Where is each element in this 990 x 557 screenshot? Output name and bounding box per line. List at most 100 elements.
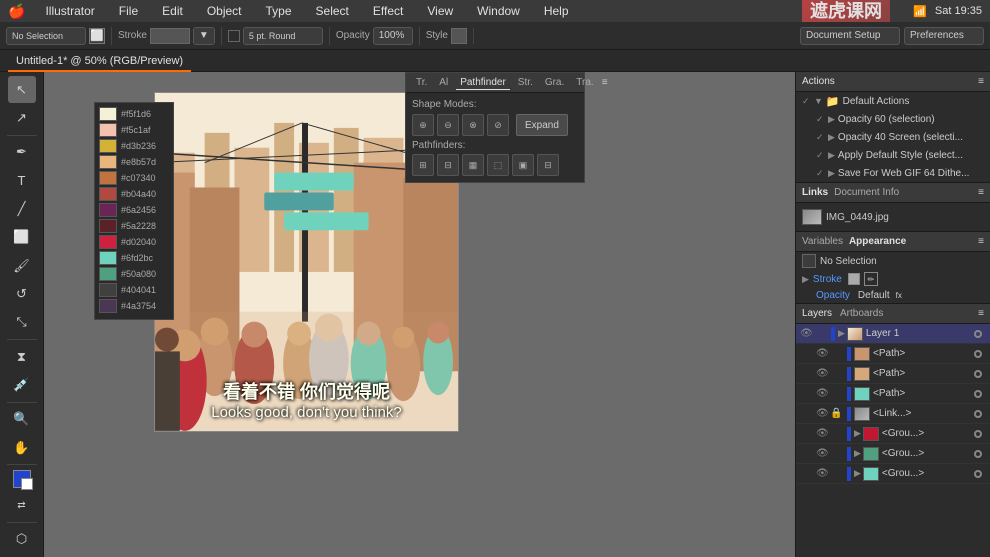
layer-target-link[interactable]: [974, 410, 982, 418]
swatch-d3b236[interactable]: [99, 139, 117, 153]
action-item-apply-style[interactable]: ✓ ▶ Apply Default Style (select...: [796, 146, 990, 164]
preferences-button[interactable]: Preferences: [904, 27, 984, 45]
layer-target-grp3[interactable]: [974, 470, 982, 478]
line-tool[interactable]: ╱: [8, 195, 36, 222]
link-item-1[interactable]: IMG_0449.jpg: [802, 207, 984, 227]
divide-icon[interactable]: ⊞: [412, 154, 434, 176]
menu-window[interactable]: Window: [473, 4, 524, 18]
type-tool[interactable]: T: [8, 167, 36, 194]
layer-target-path2[interactable]: [974, 370, 982, 378]
hand-tool[interactable]: ✋: [8, 434, 36, 461]
variables-tab[interactable]: Variables: [802, 236, 843, 247]
layer-eye-link[interactable]: 👁: [816, 408, 830, 419]
menu-view[interactable]: View: [423, 4, 457, 18]
swatch-d02040[interactable]: [99, 235, 117, 249]
ptab-al[interactable]: Al: [435, 76, 452, 90]
layer-item-group3[interactable]: 👁 ▶ <Grou...>: [796, 464, 990, 484]
minus-front-icon[interactable]: ⊖: [437, 114, 459, 136]
unite-icon[interactable]: ⊕: [412, 114, 434, 136]
swatch-f5f1d6[interactable]: [99, 107, 117, 121]
layer-item-layer1[interactable]: 👁 ▶ Layer 1: [796, 324, 990, 344]
style-swatch[interactable]: [451, 28, 467, 44]
swatch-6a2456[interactable]: [99, 203, 117, 217]
ptab-tr[interactable]: Tr.: [412, 76, 431, 90]
artboards-tab[interactable]: Artboards: [840, 308, 883, 319]
menu-edit[interactable]: Edit: [158, 4, 187, 18]
layer-item-group1[interactable]: 👁 ▶ <Grou...>: [796, 424, 990, 444]
layer-target-path1[interactable]: [974, 350, 982, 358]
expand-button[interactable]: Expand: [516, 114, 568, 136]
layer-eye-grp2[interactable]: 👁: [816, 448, 830, 459]
menu-type[interactable]: Type: [262, 4, 296, 18]
menu-file[interactable]: File: [115, 4, 142, 18]
crop-icon[interactable]: ⬚: [487, 154, 509, 176]
layer-item-group2[interactable]: 👁 ▶ <Grou...>: [796, 444, 990, 464]
trim-icon[interactable]: ⊟: [437, 154, 459, 176]
layer-eye-grp3[interactable]: 👁: [816, 468, 830, 479]
menu-help[interactable]: Help: [540, 4, 573, 18]
layer-eye-path1[interactable]: 👁: [816, 348, 830, 359]
appearance-options-btn[interactable]: ≡: [978, 236, 984, 247]
eyedropper-tool[interactable]: 💉: [8, 371, 36, 398]
layer-target-path3[interactable]: [974, 390, 982, 398]
action-item-save-web[interactable]: ✓ ▶ Save For Web GIF 64 Dithe...: [796, 164, 990, 182]
swatch-4a3754[interactable]: [99, 299, 117, 313]
stroke-color[interactable]: [150, 28, 190, 44]
ptab-str[interactable]: Str.: [514, 76, 537, 90]
swatch-c07340[interactable]: [99, 171, 117, 185]
layer-expand-grp1[interactable]: ▶: [854, 428, 861, 439]
swatch-f5c1af[interactable]: [99, 123, 117, 137]
swatch-6fd2bc[interactable]: [99, 251, 117, 265]
menu-select[interactable]: Select: [312, 4, 353, 18]
ptab-pathfinder[interactable]: Pathfinder: [456, 76, 510, 90]
merge-icon[interactable]: ▦: [462, 154, 484, 176]
actions-tab-label[interactable]: Actions: [802, 76, 835, 87]
swatch-e8b57d[interactable]: [99, 155, 117, 169]
layer-expand-grp3[interactable]: ▶: [854, 468, 861, 479]
stroke-edit-btn[interactable]: ✏: [864, 272, 878, 286]
rect-tool[interactable]: ⬜: [8, 224, 36, 251]
outline-icon[interactable]: ▣: [512, 154, 534, 176]
menu-effect[interactable]: Effect: [369, 4, 407, 18]
stroke-options[interactable]: ▼: [193, 27, 215, 45]
layer-eye-path3[interactable]: 👁: [816, 388, 830, 399]
swatch-50a080[interactable]: [99, 267, 117, 281]
layer-target-grp2[interactable]: [974, 450, 982, 458]
layer-item-path3[interactable]: 👁 <Path>: [796, 384, 990, 404]
menu-object[interactable]: Object: [203, 4, 246, 18]
swatch-5a2228[interactable]: [99, 219, 117, 233]
layer-eye-1[interactable]: 👁: [800, 328, 814, 339]
swatch-404041[interactable]: [99, 283, 117, 297]
screen-mode[interactable]: ⬡: [8, 526, 36, 553]
layers-options-btn[interactable]: ≡: [978, 308, 984, 319]
swatch-b04a40[interactable]: [99, 187, 117, 201]
layer-item-link[interactable]: 👁 🔒 <Link...>: [796, 404, 990, 424]
document-tab[interactable]: Untitled-1* @ 50% (RGB/Preview): [8, 50, 191, 72]
actions-options-btn[interactable]: ≡: [978, 76, 984, 87]
layer-eye-grp1[interactable]: 👁: [816, 428, 830, 439]
layer-item-path2[interactable]: 👁 <Path>: [796, 364, 990, 384]
paintbrush-tool[interactable]: 🖌: [8, 252, 36, 279]
direct-select-tool[interactable]: ↗: [8, 104, 36, 131]
zoom-tool[interactable]: 🔍: [8, 406, 36, 433]
apple-menu[interactable]: 🍎: [8, 3, 25, 20]
menu-illustrator[interactable]: Illustrator: [41, 4, 98, 18]
layer-target-1[interactable]: [974, 330, 982, 338]
weight-dropdown[interactable]: 5 pt. Round: [243, 27, 323, 45]
layers-tab[interactable]: Layers: [802, 308, 832, 319]
links-options-btn[interactable]: ≡: [978, 187, 984, 198]
scale-tool[interactable]: ⤡: [8, 309, 36, 336]
blend-tool[interactable]: ⧗: [8, 343, 36, 370]
stroke-color-square[interactable]: [848, 273, 860, 285]
fill-swatch[interactable]: [13, 470, 31, 488]
action-item-opacity60[interactable]: ✓ ▶ Opacity 60 (selection): [796, 110, 990, 128]
links-tab[interactable]: Links: [802, 187, 828, 198]
action-item-default-actions[interactable]: ✓ ▼ 📁 Default Actions: [796, 92, 990, 110]
exclude-icon[interactable]: ⊘: [487, 114, 509, 136]
minus-back-icon[interactable]: ⊟: [537, 154, 559, 176]
ptab-gra[interactable]: Gra.: [541, 76, 568, 90]
pen-tool[interactable]: ✒: [8, 139, 36, 166]
layer-eye-path2[interactable]: 👁: [816, 368, 830, 379]
layer-expand-1[interactable]: ▶: [838, 328, 845, 339]
document-setup-button[interactable]: Document Setup: [800, 27, 900, 45]
